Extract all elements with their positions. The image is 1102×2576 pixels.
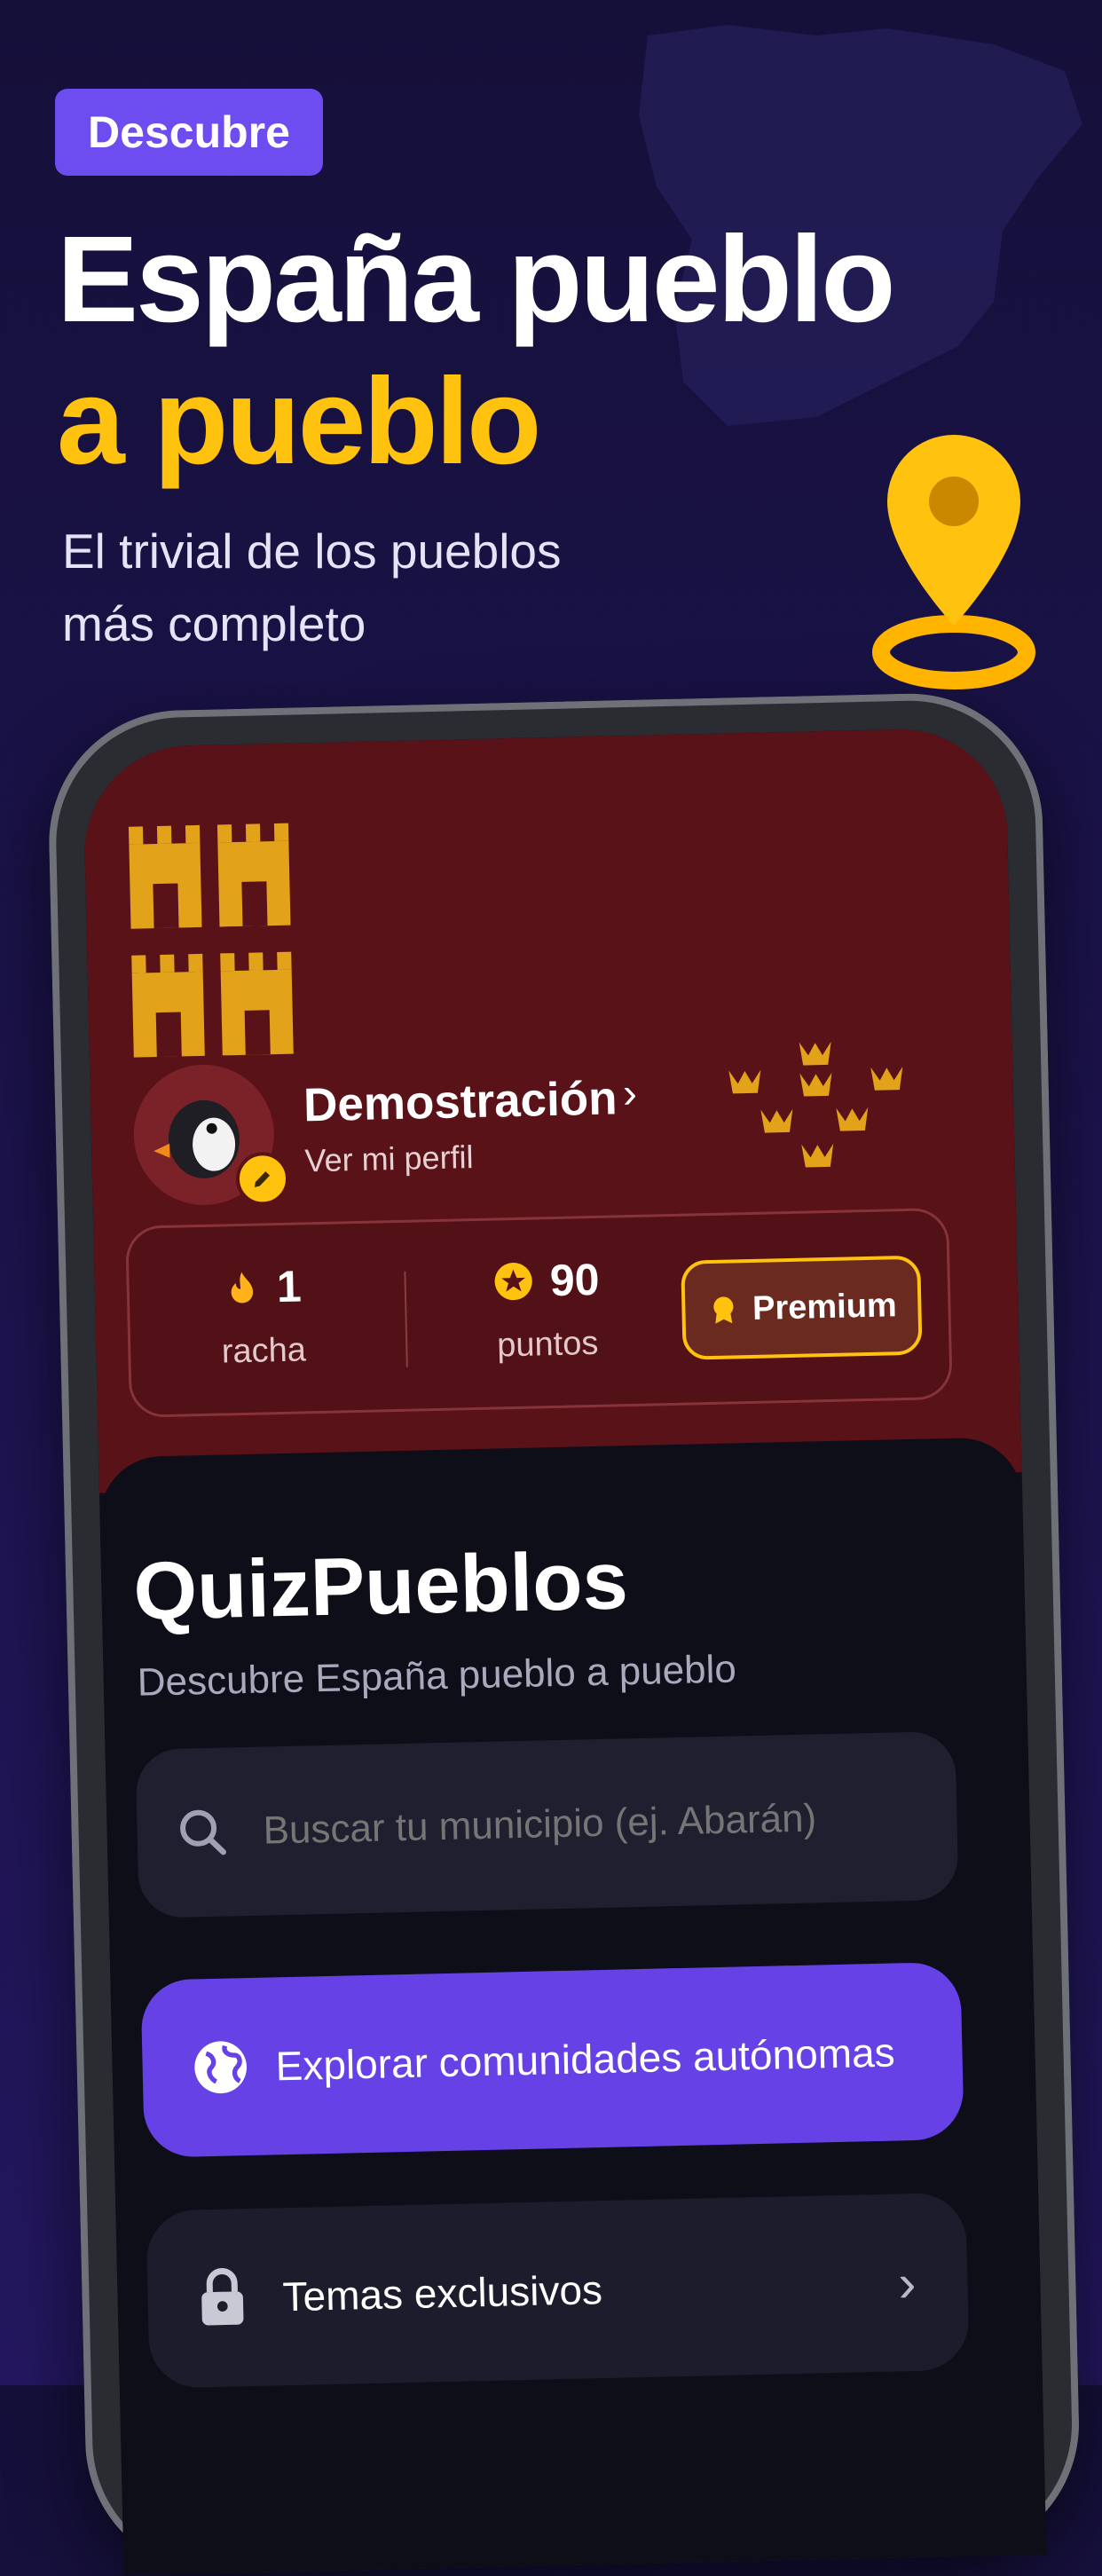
stats-divider <box>404 1271 408 1367</box>
phone-mockup: Demostración › Ver mi perfil 1 racha 90 … <box>0 0 1102 2576</box>
points-value: 90 <box>549 1254 601 1306</box>
phone-frame: Demostración › Ver mi perfil 1 racha 90 … <box>46 690 1082 2576</box>
profile-header: Demostración › Ver mi perfil 1 racha 90 … <box>82 727 1022 1493</box>
star-icon <box>494 1262 532 1301</box>
globe-icon <box>194 2041 248 2094</box>
map-pin-icon <box>872 435 1035 689</box>
explore-label: Explorar comunidades autónomas <box>275 2029 896 2090</box>
main-panel: QuizPueblos Descubre España pueblo a pue… <box>98 1437 1047 2576</box>
search-bar[interactable] <box>135 1730 959 1918</box>
app-title: QuizPueblos <box>132 1535 629 1637</box>
stats-card: 1 racha 90 puntos Premium <box>125 1207 953 1418</box>
premium-label: Premium <box>752 1286 898 1327</box>
streak-value: 1 <box>276 1261 303 1312</box>
premium-button[interactable]: Premium <box>681 1255 923 1360</box>
streak-label: racha <box>221 1331 307 1371</box>
crown-icon <box>728 1041 903 1168</box>
search-icon <box>180 1809 226 1855</box>
chevron-right-icon[interactable]: › <box>622 1069 637 1118</box>
phone-screen: Demostración › Ver mi perfil 1 racha 90 … <box>82 727 1047 2576</box>
streak-stat: 1 racha <box>128 1223 398 1415</box>
view-profile-link[interactable]: Ver mi perfil <box>304 1138 474 1179</box>
profile-name[interactable]: Demostración <box>303 1071 618 1132</box>
exclusive-themes-row[interactable]: Temas exclusivos › <box>146 2192 970 2389</box>
search-input[interactable] <box>261 1793 887 1855</box>
medal-icon <box>712 1296 734 1324</box>
flame-icon <box>231 1272 254 1304</box>
themes-label: Temas exclusivos <box>281 2266 603 2320</box>
castle-icon <box>128 823 294 1058</box>
chevron-right-icon: › <box>897 2253 917 2313</box>
pencil-icon <box>254 1171 271 1187</box>
explore-communities-button[interactable]: Explorar comunidades autónomas <box>140 1961 964 2158</box>
points-label: puntos <box>496 1324 599 1365</box>
app-subtitle: Descubre España pueblo a pueblo <box>137 1647 737 1705</box>
points-stat: 90 puntos <box>412 1217 682 1409</box>
lock-icon <box>201 2267 244 2326</box>
edit-avatar-button[interactable] <box>235 1151 290 1207</box>
